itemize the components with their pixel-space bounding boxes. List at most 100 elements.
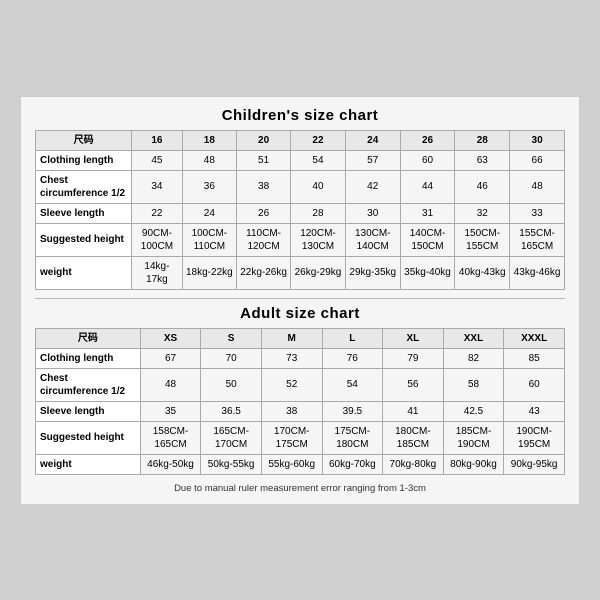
children-header-3: 20 bbox=[237, 130, 291, 150]
adult-cell-2-6: 43 bbox=[504, 401, 565, 421]
adult-row-4: weight46kg-50kg50kg-55kg55kg-60kg60kg-70… bbox=[36, 454, 565, 474]
adult-cell-0-3: 76 bbox=[322, 348, 383, 368]
children-cell-3-1: 100CM-110CM bbox=[182, 223, 236, 256]
adult-cell-4-6: 90kg-95kg bbox=[504, 454, 565, 474]
children-cell-4-3: 26kg-29kg bbox=[291, 256, 346, 289]
adult-cell-3-0: 158CM-165CM bbox=[140, 421, 201, 454]
adult-cell-1-2: 52 bbox=[261, 368, 322, 401]
adult-title: Adult size chart bbox=[35, 305, 565, 322]
adult-row-label-4: weight bbox=[36, 454, 141, 474]
adult-cell-2-5: 42.5 bbox=[443, 401, 504, 421]
children-cell-3-7: 155CM-165CM bbox=[510, 223, 565, 256]
children-table: 尺码1618202224262830 Clothing length454851… bbox=[35, 130, 565, 290]
adult-row-1: Chest circumference 1/248505254565860 bbox=[36, 368, 565, 401]
children-cell-2-5: 31 bbox=[400, 203, 455, 223]
children-cell-1-4: 42 bbox=[345, 170, 400, 203]
children-cell-4-4: 29kg-35kg bbox=[345, 256, 400, 289]
adult-header-1: XS bbox=[140, 328, 201, 348]
children-row-1: Chest circumference 1/23436384042444648 bbox=[36, 170, 565, 203]
children-cell-3-3: 120CM-130CM bbox=[291, 223, 346, 256]
adult-cell-3-4: 180CM-185CM bbox=[383, 421, 444, 454]
children-cell-3-0: 90CM-100CM bbox=[132, 223, 182, 256]
adult-cell-0-5: 82 bbox=[443, 348, 504, 368]
adult-cell-3-5: 185CM-190CM bbox=[443, 421, 504, 454]
adult-row-label-2: Sleeve length bbox=[36, 401, 141, 421]
adult-header-2: S bbox=[201, 328, 262, 348]
children-title: Children's size chart bbox=[35, 107, 565, 124]
adult-header-7: XXXL bbox=[504, 328, 565, 348]
adult-cell-0-2: 73 bbox=[261, 348, 322, 368]
children-cell-1-3: 40 bbox=[291, 170, 346, 203]
divider bbox=[35, 298, 565, 299]
children-cell-4-5: 35kg-40kg bbox=[400, 256, 455, 289]
children-cell-1-7: 48 bbox=[510, 170, 565, 203]
children-cell-0-4: 57 bbox=[345, 150, 400, 170]
adult-cell-4-2: 55kg-60kg bbox=[261, 454, 322, 474]
adult-cell-1-1: 50 bbox=[201, 368, 262, 401]
adult-cell-4-0: 46kg-50kg bbox=[140, 454, 201, 474]
children-header-6: 26 bbox=[400, 130, 455, 150]
children-cell-3-2: 110CM-120CM bbox=[237, 223, 291, 256]
children-cell-0-5: 60 bbox=[400, 150, 455, 170]
children-cell-0-7: 66 bbox=[510, 150, 565, 170]
adult-header-3: M bbox=[261, 328, 322, 348]
children-header-5: 24 bbox=[345, 130, 400, 150]
adult-cell-4-1: 50kg-55kg bbox=[201, 454, 262, 474]
adult-cell-2-3: 39.5 bbox=[322, 401, 383, 421]
children-cell-0-0: 45 bbox=[132, 150, 182, 170]
children-cell-4-6: 40kg-43kg bbox=[455, 256, 510, 289]
children-cell-4-1: 18kg-22kg bbox=[182, 256, 236, 289]
adult-cell-4-5: 80kg-90kg bbox=[443, 454, 504, 474]
children-cell-0-2: 51 bbox=[237, 150, 291, 170]
children-header-2: 18 bbox=[182, 130, 236, 150]
adult-cell-0-4: 79 bbox=[383, 348, 444, 368]
children-cell-1-6: 46 bbox=[455, 170, 510, 203]
children-header-4: 22 bbox=[291, 130, 346, 150]
children-cell-2-3: 28 bbox=[291, 203, 346, 223]
adult-cell-0-6: 85 bbox=[504, 348, 565, 368]
children-row-label-2: Sleeve length bbox=[36, 203, 132, 223]
adult-row-3: Suggested height158CM-165CM165CM-170CM 17… bbox=[36, 421, 565, 454]
adult-cell-1-5: 58 bbox=[443, 368, 504, 401]
children-cell-1-5: 44 bbox=[400, 170, 455, 203]
children-row-label-1: Chest circumference 1/2 bbox=[36, 170, 132, 203]
adult-cell-2-4: 41 bbox=[383, 401, 444, 421]
children-row-3: Suggested height90CM-100CM100CM-110CM110… bbox=[36, 223, 565, 256]
children-cell-3-5: 140CM-150CM bbox=[400, 223, 455, 256]
children-header-8: 30 bbox=[510, 130, 565, 150]
adult-table: 尺码XSSMLXLXXLXXXL Clothing length67707376… bbox=[35, 328, 565, 475]
children-row-label-4: weight bbox=[36, 256, 132, 289]
children-cell-1-2: 38 bbox=[237, 170, 291, 203]
adult-cell-2-1: 36.5 bbox=[201, 401, 262, 421]
adult-cell-2-0: 35 bbox=[140, 401, 201, 421]
children-header-7: 28 bbox=[455, 130, 510, 150]
children-cell-0-1: 48 bbox=[182, 150, 236, 170]
children-cell-2-6: 32 bbox=[455, 203, 510, 223]
children-cell-0-6: 63 bbox=[455, 150, 510, 170]
adult-cell-4-4: 70kg-80kg bbox=[383, 454, 444, 474]
children-cell-2-1: 24 bbox=[182, 203, 236, 223]
adult-row-2: Sleeve length3536.53839.54142.543 bbox=[36, 401, 565, 421]
children-header-0: 尺码 bbox=[36, 130, 132, 150]
adult-cell-3-6: 190CM-195CM bbox=[504, 421, 565, 454]
adult-row-label-1: Chest circumference 1/2 bbox=[36, 368, 141, 401]
adult-cell-1-3: 54 bbox=[322, 368, 383, 401]
adult-header-6: XXL bbox=[443, 328, 504, 348]
adult-header-4: L bbox=[322, 328, 383, 348]
children-cell-1-1: 36 bbox=[182, 170, 236, 203]
children-cell-4-0: 14kg-17kg bbox=[132, 256, 182, 289]
children-cell-4-2: 22kg-26kg bbox=[237, 256, 291, 289]
adult-cell-0-1: 70 bbox=[201, 348, 262, 368]
children-header-1: 16 bbox=[132, 130, 182, 150]
adult-header-0: 尺码 bbox=[36, 328, 141, 348]
children-cell-0-3: 54 bbox=[291, 150, 346, 170]
adult-cell-1-6: 60 bbox=[504, 368, 565, 401]
children-row-4: weight14kg-17kg18kg-22kg22kg-26kg26kg-29… bbox=[36, 256, 565, 289]
adult-row-label-3: Suggested height bbox=[36, 421, 141, 454]
adult-cell-4-3: 60kg-70kg bbox=[322, 454, 383, 474]
adult-cell-3-3: 175CM-180CM bbox=[322, 421, 383, 454]
chart-wrapper: Children's size chart 尺码1618202224262830… bbox=[20, 96, 580, 505]
adult-cell-0-0: 67 bbox=[140, 348, 201, 368]
children-cell-3-4: 130CM-140CM bbox=[345, 223, 400, 256]
adult-cell-3-1: 165CM-170CM bbox=[201, 421, 262, 454]
